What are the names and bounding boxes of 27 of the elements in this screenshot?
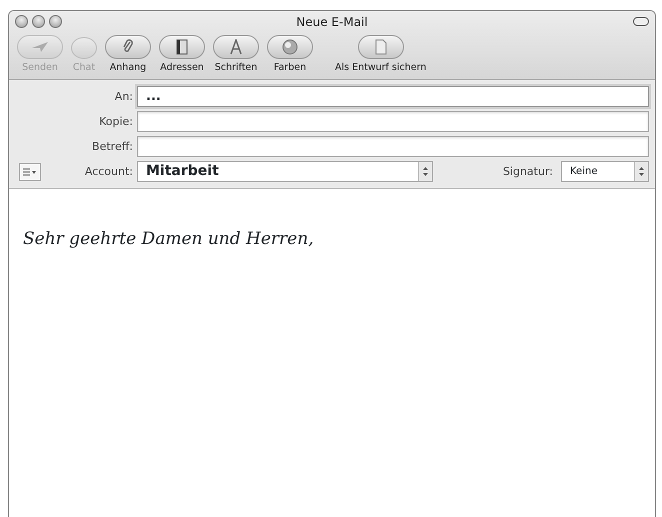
- font-icon: [229, 39, 243, 55]
- field-label: Kopie:: [98, 114, 133, 130]
- close-button[interactable]: [15, 15, 28, 28]
- menu-button[interactable]: [19, 162, 41, 181]
- toolbar-button[interactable]: Als Entwurf sichern: [335, 35, 426, 76]
- zoom-button[interactable]: [49, 15, 62, 28]
- minimize-button[interactable]: [32, 15, 45, 28]
- paperclip-icon: [122, 39, 134, 55]
- address-book-icon: [176, 39, 188, 55]
- window-title: Neue E-Mail: [296, 14, 368, 31]
- input-field[interactable]: [137, 111, 649, 132]
- color-wheel-icon: [282, 39, 298, 55]
- signature-label: Signatur:: [502, 164, 553, 180]
- input-field[interactable]: [137, 136, 649, 158]
- input-field[interactable]: ...: [137, 86, 649, 108]
- account-label: Account:: [84, 164, 133, 180]
- stepper-arrows-icon: [634, 162, 648, 182]
- stepper-arrows-icon: [418, 162, 432, 182]
- message-body-text: Sehr geehrte Damen und Herren,: [22, 228, 315, 252]
- toolbar-toggle-button[interactable]: [633, 17, 649, 26]
- send-icon: [31, 41, 49, 53]
- field-label: An:: [114, 88, 133, 104]
- field-label: Betreff:: [91, 138, 133, 154]
- signature-dropdown[interactable]: Keine: [561, 161, 649, 182]
- document-icon: [374, 39, 387, 55]
- account-dropdown[interactable]: Mitarbeit: [137, 161, 433, 182]
- list-caret-icon: [23, 168, 37, 176]
